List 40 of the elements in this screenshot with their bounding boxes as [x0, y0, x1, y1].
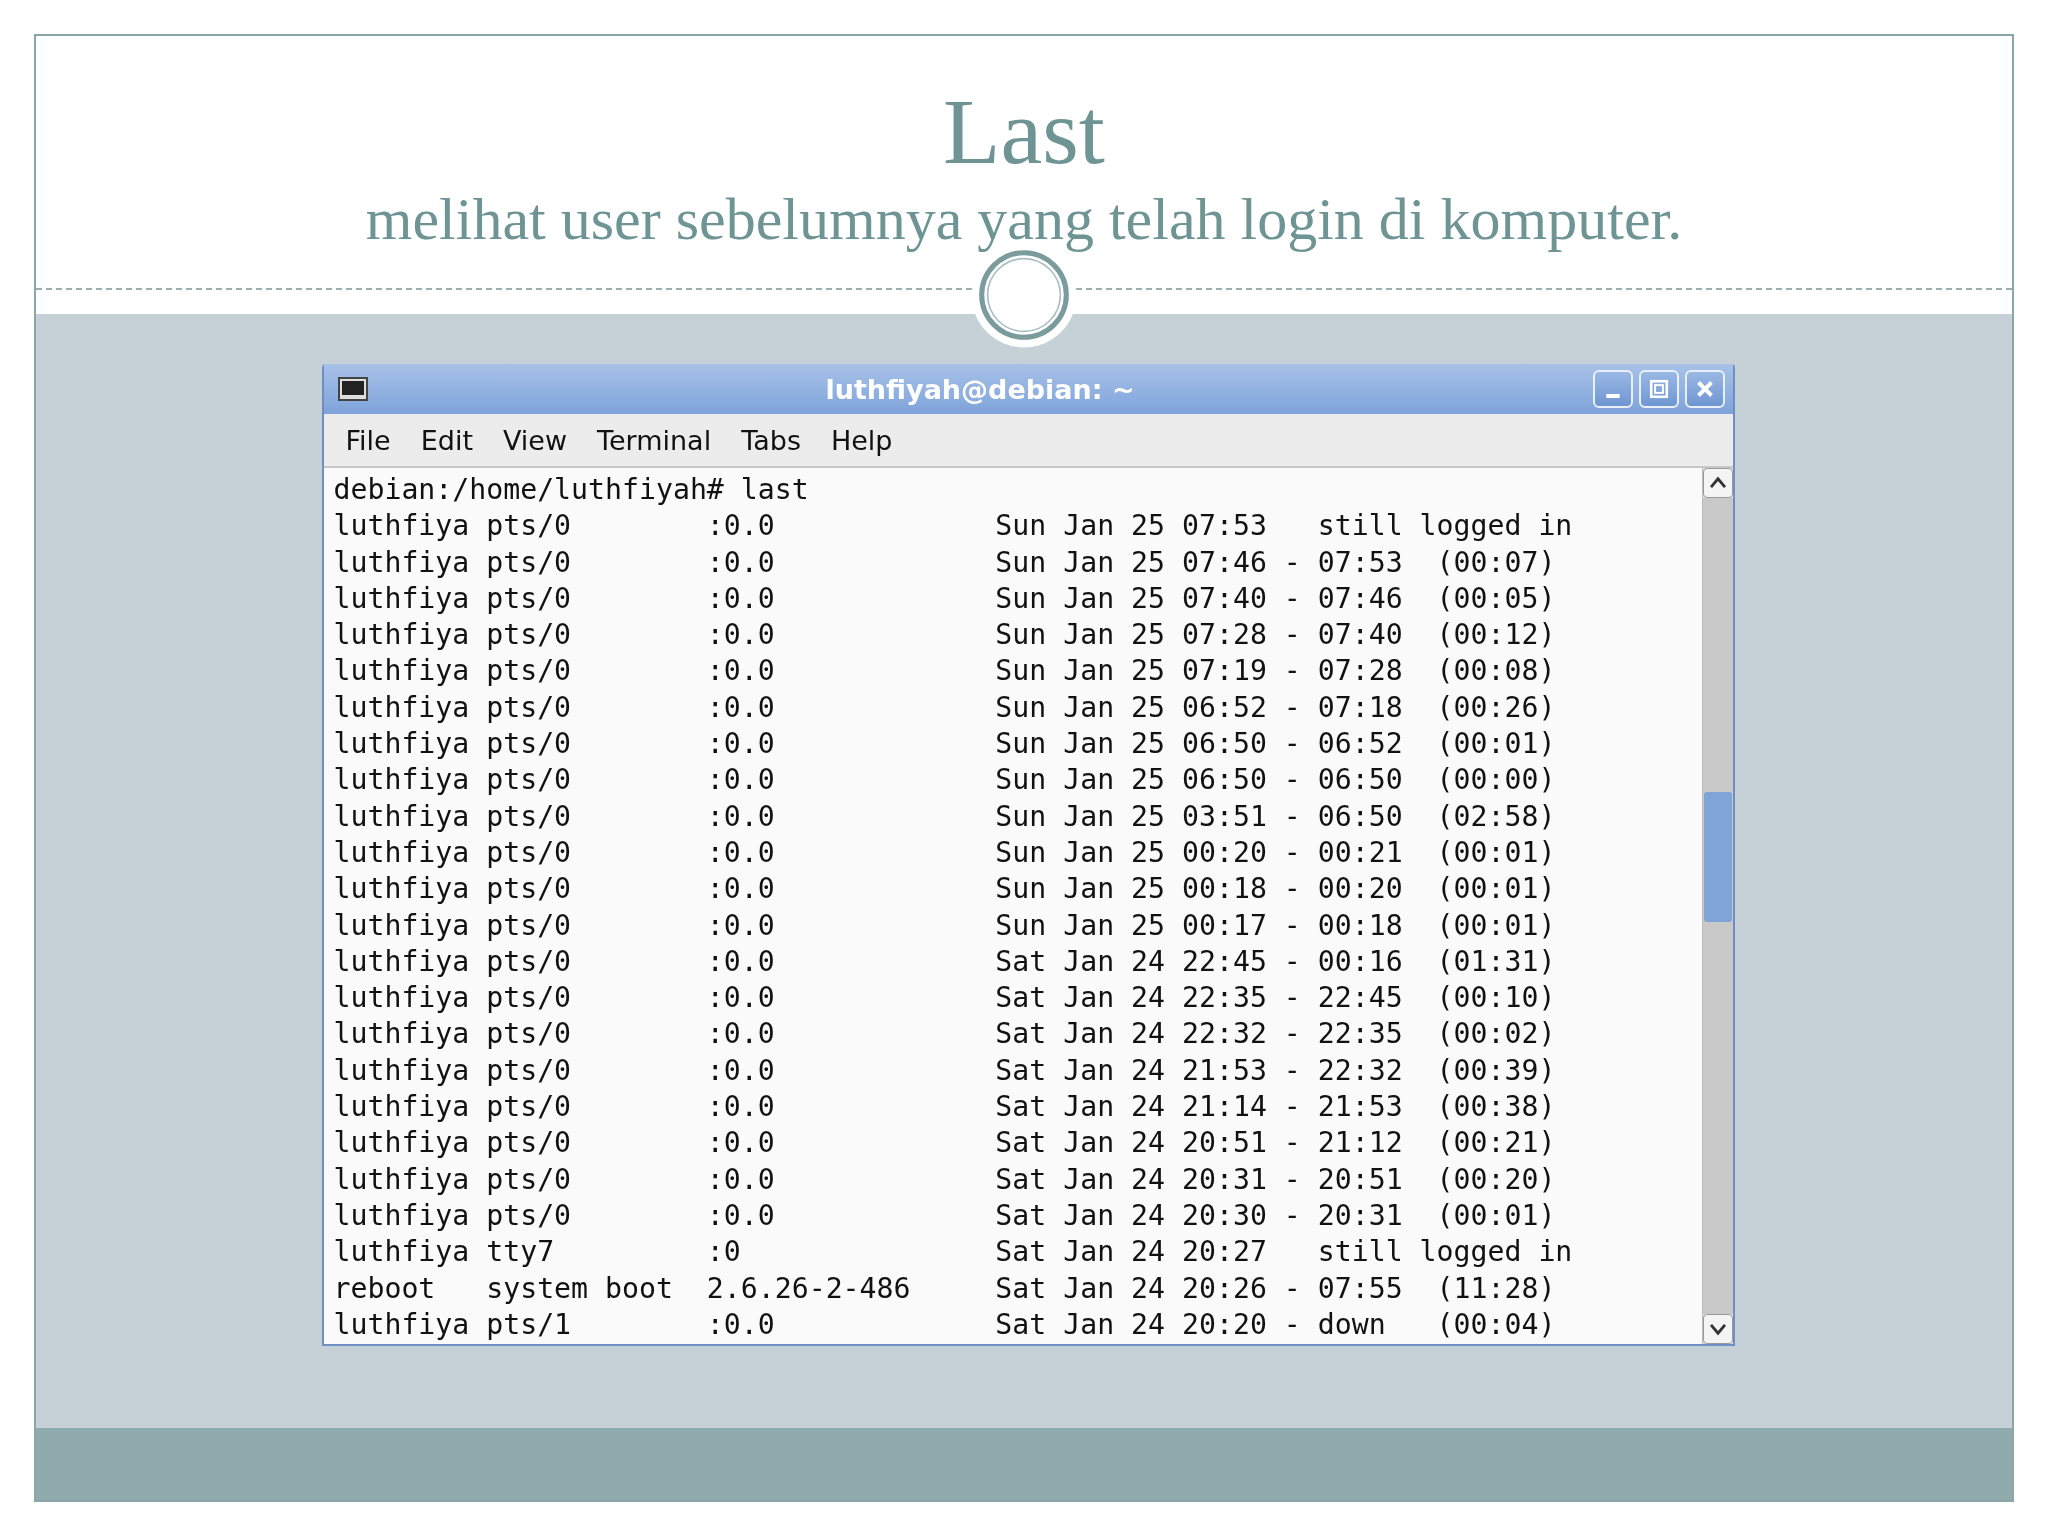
terminal-line: luthfiya pts/0 :0.0 Sat Jan 24 22:35 - 22:45 (00:10)	[333, 980, 1557, 1017]
menu-item[interactable]: Tabs	[741, 424, 801, 456]
terminal-line: luthfiya pts/0 :0.0 Sat Jan 24 21:53 - 22:32 (00:39)	[333, 1052, 1557, 1089]
terminal-line: luthfiya pts/0 :0.0 Sun Jan 25 07:19 - 07:28 (00:08)	[333, 653, 1557, 690]
terminal-line: luthfiya pts/0 :0.0 Sun Jan 25 07:40 - 07:46 (00:05)	[333, 580, 1557, 617]
terminal-line: luthfiya pts/0 :0.0 Sat Jan 24 20:30 - 20:31 (00:01)	[333, 1197, 1557, 1234]
terminal-line: luthfiya pts/0 :0.0 Sun Jan 25 00:18 - 00:20 (00:01)	[333, 871, 1557, 908]
terminal-line: luthfiya pts/0 :0.0 Sat Jan 24 20:31 - 20:51 (00:20)	[333, 1161, 1557, 1198]
terminal-line: luthfiya pts/0 :0.0 Sun Jan 25 06:50 - 06:52 (00:01)	[333, 726, 1557, 763]
terminal-line: luthfiya pts/0 :0.0 Sat Jan 24 22:32 - 22:35 (00:02)	[333, 1016, 1557, 1053]
terminal-line: luthfiya pts/0 :0.0 Sun Jan 25 07:46 - 07:53 (00:07)	[333, 544, 1557, 581]
terminal-line: luthfiya pts/0 :0.0 Sun Jan 25 00:17 - 00:18 (00:01)	[333, 907, 1557, 944]
scrollbar-thumb[interactable]	[1703, 791, 1732, 923]
menu-item[interactable]: Help	[830, 424, 893, 456]
close-button[interactable]	[1684, 370, 1725, 408]
menu-item[interactable]: Edit	[420, 424, 473, 456]
terminal-line: reboot system boot 2.6.26-2-486 Sat Jan 24 20:26 - 07:55 (11:28)	[333, 1270, 1557, 1307]
terminal-line: luthfiya pts/0 :0.0 Sun Jan 25 07:53 still logged in	[333, 508, 1574, 545]
scrollbar[interactable]	[1701, 468, 1733, 1344]
slide-subtitle: melihat user sebelumnya yang telah login di komputer.	[365, 186, 1683, 252]
terminal-line: luthfiya pts/0 :0.0 Sun Jan 25 06:50 - 06:50 (00:00)	[333, 762, 1557, 799]
menu-item[interactable]: Terminal	[597, 424, 712, 456]
window-title: luthfiyah@debian: ~	[824, 373, 1136, 405]
slide-title: Last	[943, 84, 1105, 178]
maximize-button[interactable]	[1638, 370, 1679, 408]
terminal-line: luthfiya pts/0 :0.0 Sun Jan 25 06:52 - 07:18 (00:26)	[333, 689, 1557, 726]
terminal-line: luthfiya pts/0 :0.0 Sun Jan 25 07:28 - 07:40 (00:12)	[333, 617, 1557, 654]
terminal-line: luthfiya pts/1 :0.0 Sat Jan 24 20:20 - down (00:04)	[333, 1306, 1557, 1343]
menu-item[interactable]: View	[503, 424, 568, 456]
terminal-line: debian:/home/luthfiyah# last	[333, 472, 810, 508]
terminal-line: luthfiya tty7 :0 Sat Jan 24 20:27 still logged in	[333, 1234, 1574, 1271]
minimize-icon	[1605, 394, 1620, 398]
minimize-button[interactable]	[1592, 370, 1633, 408]
terminal-icon	[337, 377, 368, 401]
terminal-line: luthfiya pts/0 :0.0 Sat Jan 24 21:14 - 21:53 (00:38)	[333, 1089, 1557, 1126]
terminal-line: luthfiya pts/0 :0.0 Sun Jan 25 03:51 - 06:50 (02:58)	[333, 798, 1557, 835]
terminal-line: luthfiya pts/0 :0.0 Sat Jan 24 22:45 - 00:16 (01:31)	[333, 943, 1557, 980]
terminal-line: luthfiya pts/0 :0.0 Sun Jan 25 00:20 - 00:21 (00:01)	[333, 834, 1557, 871]
menu-item[interactable]: File	[345, 424, 391, 456]
terminal-line: luthfiya pts/0 :0.0 Sat Jan 24 20:51 - 21:12 (00:21)	[333, 1125, 1557, 1162]
